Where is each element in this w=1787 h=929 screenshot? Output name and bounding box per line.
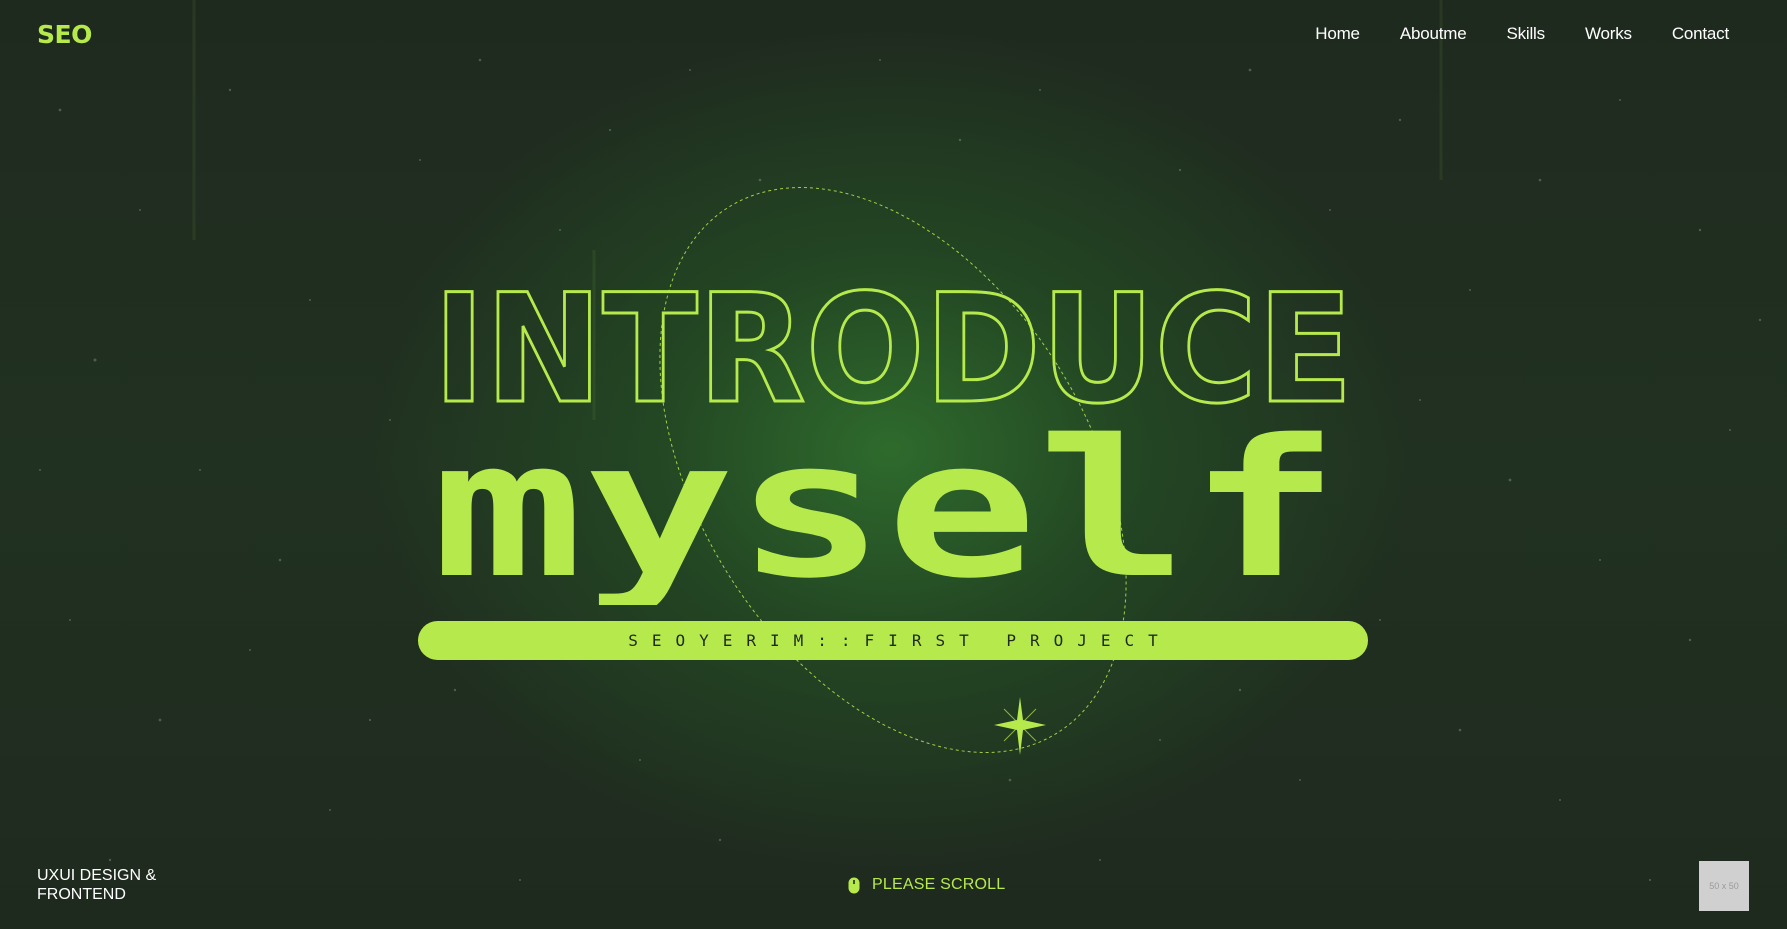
project-pill: SEOYERIM::FIRST PROJECT: [418, 621, 1368, 660]
hero-title-solid-graphic: myself: [432, 425, 1340, 605]
hero-section: SEO Home Aboutme Skills Works Contact IN…: [0, 0, 1787, 929]
nav-aboutme[interactable]: Aboutme: [1400, 24, 1467, 44]
nav-skills[interactable]: Skills: [1506, 24, 1545, 44]
hero-title-outline: INTRODUCE: [433, 265, 1353, 415]
tagline-line-1: UXUI DESIGN &: [37, 867, 157, 884]
nav-home[interactable]: Home: [1315, 24, 1360, 44]
site-logo[interactable]: SEO: [37, 20, 92, 49]
mouse-icon: [848, 877, 860, 893]
placeholder-thumbnail[interactable]: 50 x 50: [1699, 861, 1749, 911]
main-nav: Home Aboutme Skills Works Contact: [1315, 24, 1729, 44]
hero-title-outline-graphic: INTRODUCE: [432, 265, 1355, 415]
role-tagline: UXUI DESIGN & FRONTEND: [37, 866, 156, 904]
hero-title-solid: myself: [432, 425, 1340, 605]
tagline-line-2: FRONTEND: [37, 886, 126, 903]
nav-contact[interactable]: Contact: [1672, 24, 1729, 44]
scroll-indicator[interactable]: PLEASE SCROLL: [848, 876, 1005, 894]
scroll-label: PLEASE SCROLL: [872, 876, 1006, 893]
project-pill-label: SEOYERIM::FIRST PROJECT: [628, 631, 1172, 650]
nav-works[interactable]: Works: [1585, 24, 1632, 44]
placeholder-label: 50 x 50: [1709, 881, 1739, 891]
